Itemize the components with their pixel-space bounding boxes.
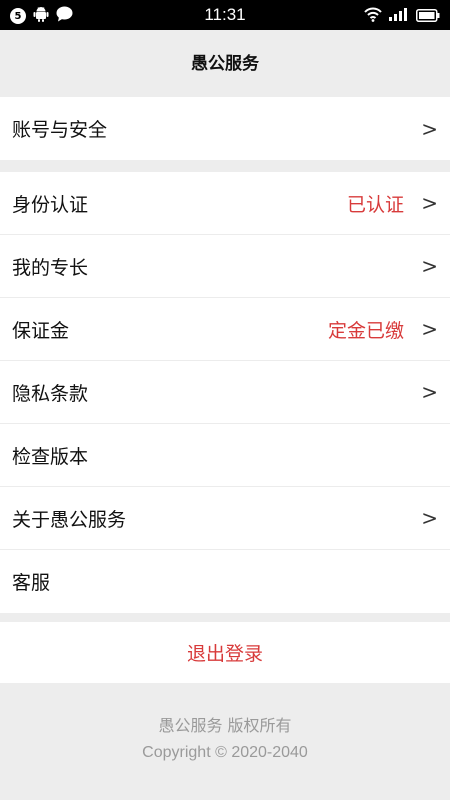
row-label: 客服 [12, 572, 51, 594]
copyright-text: Copyright © 2020-2040 [142, 744, 308, 761]
status-right-icons [364, 7, 440, 26]
status-value: 定金已缴 [327, 319, 404, 342]
row-label: 账号与安全 [12, 119, 108, 141]
chevron-right-icon: > [421, 506, 438, 530]
settings-group-account: 账号与安全 > [0, 97, 450, 160]
chevron-right-icon: > [421, 116, 438, 141]
row-label: 隐私条款 [12, 382, 89, 405]
row-label: 我的专长 [12, 256, 89, 279]
logout-label: 退出登录 [186, 643, 263, 665]
chevron-right-icon: > [421, 191, 438, 215]
row-label: 检查版本 [12, 445, 89, 468]
footer: 愚公服务 版权所有 Copyright © 2020-2040 [0, 712, 450, 762]
page-title: 愚公服务 [191, 54, 259, 74]
chevron-right-icon: > [421, 254, 438, 278]
row-label: 关于愚公服务 [12, 508, 127, 531]
settings-row-account-security[interactable]: 账号与安全 > [0, 97, 450, 160]
row-label: 身份认证 [12, 193, 89, 216]
wifi-icon [364, 7, 382, 26]
settings-row-my-expertise[interactable]: 我的专长 > [0, 235, 450, 298]
settings-row-privacy-terms[interactable]: 隐私条款 > [0, 361, 450, 424]
battery-icon [416, 7, 440, 26]
settings-group-main: 身份认证 已认证 > 我的专长 > 保证金 定金已缴 > 隐私条款 > 检查版本… [0, 172, 450, 613]
settings-row-check-version[interactable]: 检查版本 [0, 424, 450, 487]
settings-row-customer-service[interactable]: 客服 [0, 550, 450, 613]
row-label: 保证金 [12, 319, 70, 342]
settings-row-about[interactable]: 关于愚公服务 > [0, 487, 450, 550]
status-bar: 5 11:31 [0, 0, 450, 30]
chevron-right-icon: > [421, 380, 438, 404]
status-value: 已认证 [346, 193, 404, 216]
logout-button[interactable]: 退出登录 [0, 622, 450, 683]
chevron-right-icon: > [421, 317, 438, 341]
rights-text: 愚公服务 版权所有 [158, 716, 292, 735]
signal-icon [388, 7, 410, 26]
settings-row-identity-verification[interactable]: 身份认证 已认证 > [0, 172, 450, 235]
app-header: 愚公服务 [0, 30, 450, 90]
settings-row-deposit[interactable]: 保证金 定金已缴 > [0, 298, 450, 361]
